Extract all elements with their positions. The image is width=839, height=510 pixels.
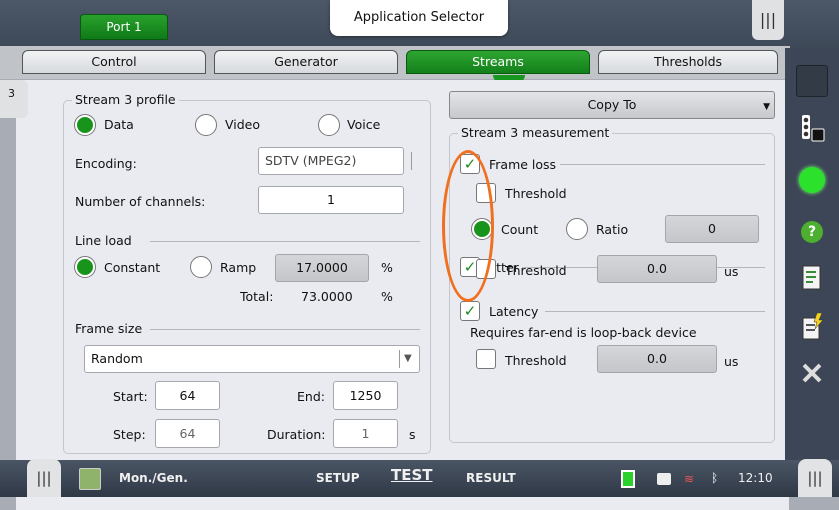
latency-unit: us — [724, 354, 739, 369]
line-load-value[interactable]: 17.0000 — [275, 254, 369, 282]
latency-note: Requires far-end is loop-back device — [470, 325, 697, 340]
battery-icon — [621, 470, 635, 488]
menu-handle-icon[interactable]: ||| — [752, 0, 784, 40]
status-led-icon — [794, 162, 830, 198]
total-unit: % — [381, 289, 393, 304]
frame-size-divider — [150, 329, 420, 330]
encoding-divider — [411, 152, 412, 170]
line-load-title: Line load — [72, 233, 135, 248]
tab-strip: Control Generator Streams Thresholds — [0, 46, 790, 79]
stop-square-icon[interactable] — [794, 63, 830, 99]
setup-button[interactable]: SETUP — [316, 471, 360, 485]
latency-label: Latency — [489, 304, 539, 319]
application-selector[interactable]: Application Selector — [330, 0, 508, 36]
line-load-unit: % — [381, 260, 393, 275]
clock: 12:10 — [738, 471, 773, 485]
stream-profile-title: Stream 3 profile — [72, 92, 179, 107]
voice-radio[interactable] — [318, 114, 340, 136]
chevron-down-icon: ▼ — [763, 102, 770, 112]
encoding-value: SDTV (MPEG2) — [265, 153, 357, 168]
latency-threshold-label: Threshold — [505, 353, 567, 368]
ratio-label: Ratio — [596, 222, 629, 237]
app-icon[interactable] — [79, 468, 101, 490]
latency-divider — [545, 311, 765, 312]
step-label: Step: — [113, 427, 146, 442]
encoding-label: Encoding: — [75, 156, 137, 171]
latency-threshold-checkbox[interactable] — [476, 349, 496, 369]
copy-to-button[interactable]: Copy To ▼ — [449, 91, 775, 119]
jitter-unit: us — [724, 264, 739, 279]
tab-control[interactable]: Control — [22, 50, 206, 74]
result-button[interactable]: RESULT — [466, 471, 516, 485]
usb-icon — [657, 473, 671, 485]
total-label: Total: — [240, 289, 274, 304]
bottom-left-handle-icon[interactable]: ||| — [27, 459, 61, 497]
duration-input[interactable]: 1 — [333, 419, 398, 448]
jitter-threshold-value[interactable]: 0.0 — [597, 255, 717, 283]
frame-loss-threshold-label: Threshold — [505, 186, 567, 201]
jitter-threshold-label: Threshold — [505, 263, 567, 278]
frame-loss-label: Frame loss — [489, 157, 557, 172]
channels-label: Number of channels: — [75, 194, 206, 209]
duration-unit: s — [409, 427, 416, 442]
signal-light-icon[interactable] — [794, 110, 830, 146]
stream-selector-handle[interactable]: 3 — [0, 80, 28, 118]
help-icon[interactable]: ? — [794, 214, 830, 250]
end-input[interactable]: 1250 — [333, 381, 398, 410]
start-input[interactable]: 64 — [155, 381, 220, 410]
bottom-right-handle-icon[interactable]: ||| — [798, 459, 832, 497]
tab-thresholds[interactable]: Thresholds — [598, 50, 778, 74]
start-label: Start: — [113, 389, 148, 404]
bluetooth-icon: ᛒ — [711, 471, 719, 485]
data-label: Data — [104, 117, 134, 132]
app-name: Mon./Gen. — [119, 471, 188, 485]
step-input[interactable]: 64 — [155, 419, 220, 448]
copy-to-label: Copy To — [587, 97, 637, 112]
bottom-bar: Mon./Gen. SETUP TEST RESULT ≋ ᛒ 12:10 — [0, 460, 839, 497]
video-label: Video — [225, 117, 261, 132]
quick-report-icon[interactable] — [794, 309, 830, 345]
constant-radio[interactable] — [74, 256, 96, 278]
frame-size-mode-value: Random — [91, 351, 143, 366]
ramp-radio[interactable] — [190, 256, 212, 278]
ratio-radio[interactable] — [566, 218, 588, 240]
stream-measurement-title: Stream 3 measurement — [458, 125, 613, 140]
count-label: Count — [501, 222, 539, 237]
tab-generator[interactable]: Generator — [214, 50, 398, 74]
frame-size-divider-line — [399, 350, 400, 368]
data-radio[interactable] — [74, 114, 96, 136]
voice-label: Voice — [347, 117, 381, 132]
frame-loss-count-value[interactable]: 0 — [665, 215, 759, 243]
wifi-icon: ≋ — [684, 472, 695, 486]
tab-streams[interactable]: Streams — [406, 50, 590, 74]
channels-input[interactable]: 1 — [258, 186, 404, 214]
test-button[interactable]: TEST — [391, 466, 433, 484]
ramp-label: Ramp — [220, 260, 257, 275]
frame-size-mode-select[interactable]: Random ▼ — [84, 345, 420, 373]
latency-checkbox[interactable]: ✓ — [460, 301, 480, 321]
frame-loss-divider — [560, 164, 765, 165]
line-load-divider — [150, 241, 420, 242]
video-radio[interactable] — [195, 114, 217, 136]
annotation-highlight-ellipse — [442, 150, 494, 302]
constant-label: Constant — [104, 260, 161, 275]
total-value: 73.0000 — [301, 289, 353, 304]
stream-measurement-group — [449, 133, 775, 443]
port-tab[interactable]: Port 1 — [80, 14, 168, 40]
duration-label: Duration: — [267, 427, 326, 442]
tools-icon[interactable] — [794, 355, 830, 391]
report-icon[interactable] — [794, 260, 830, 296]
frame-size-title: Frame size — [72, 321, 146, 336]
encoding-select[interactable]: SDTV (MPEG2) — [258, 147, 412, 175]
chevron-down-icon: ▼ — [404, 353, 412, 364]
latency-threshold-value[interactable]: 0.0 — [597, 345, 717, 373]
end-label: End: — [297, 389, 325, 404]
